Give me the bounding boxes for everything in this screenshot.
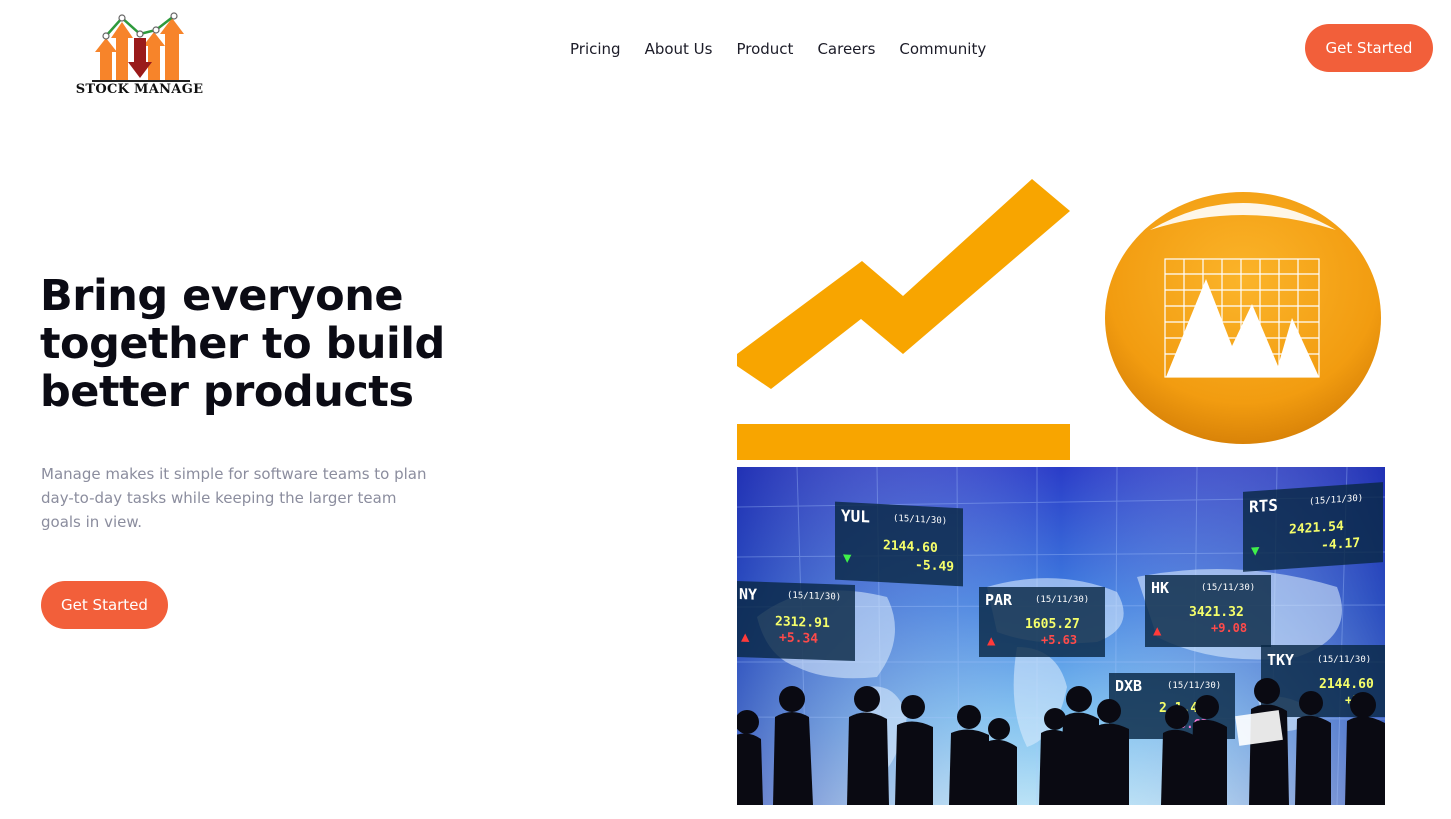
main-nav: Pricing About Us Product Careers Communi…	[570, 38, 986, 60]
mountain-chart-badge	[1100, 186, 1388, 448]
nav-item-product[interactable]: Product	[736, 38, 793, 60]
stock-arrows-icon	[92, 12, 190, 82]
nav-item-pricing[interactable]: Pricing	[570, 38, 621, 60]
nav-item-careers[interactable]: Careers	[817, 38, 875, 60]
brand-name: STOCK MANAGE	[75, 82, 204, 97]
trend-chart-illustration	[737, 176, 1071, 461]
site-header: STOCK MANAGE Pricing About Us Product Ca…	[0, 0, 1451, 110]
stock-market-board-image: YUL (15/11/30) 2144.60 -5.49 ▼ RTS (15/1…	[737, 467, 1385, 805]
crowd-silhouettes	[737, 678, 1385, 805]
hero-get-started-button[interactable]: Get Started	[41, 581, 168, 629]
nav-item-about-us[interactable]: About Us	[645, 38, 713, 60]
hero-description: Manage makes it simple for software team…	[41, 465, 427, 531]
hero-title: Bring everyone together to build better …	[40, 271, 445, 417]
header-get-started-button[interactable]: Get Started	[1305, 24, 1433, 72]
nav-item-community[interactable]: Community	[899, 38, 986, 60]
brand-logo[interactable]: STOCK MANAGE	[62, 10, 217, 102]
